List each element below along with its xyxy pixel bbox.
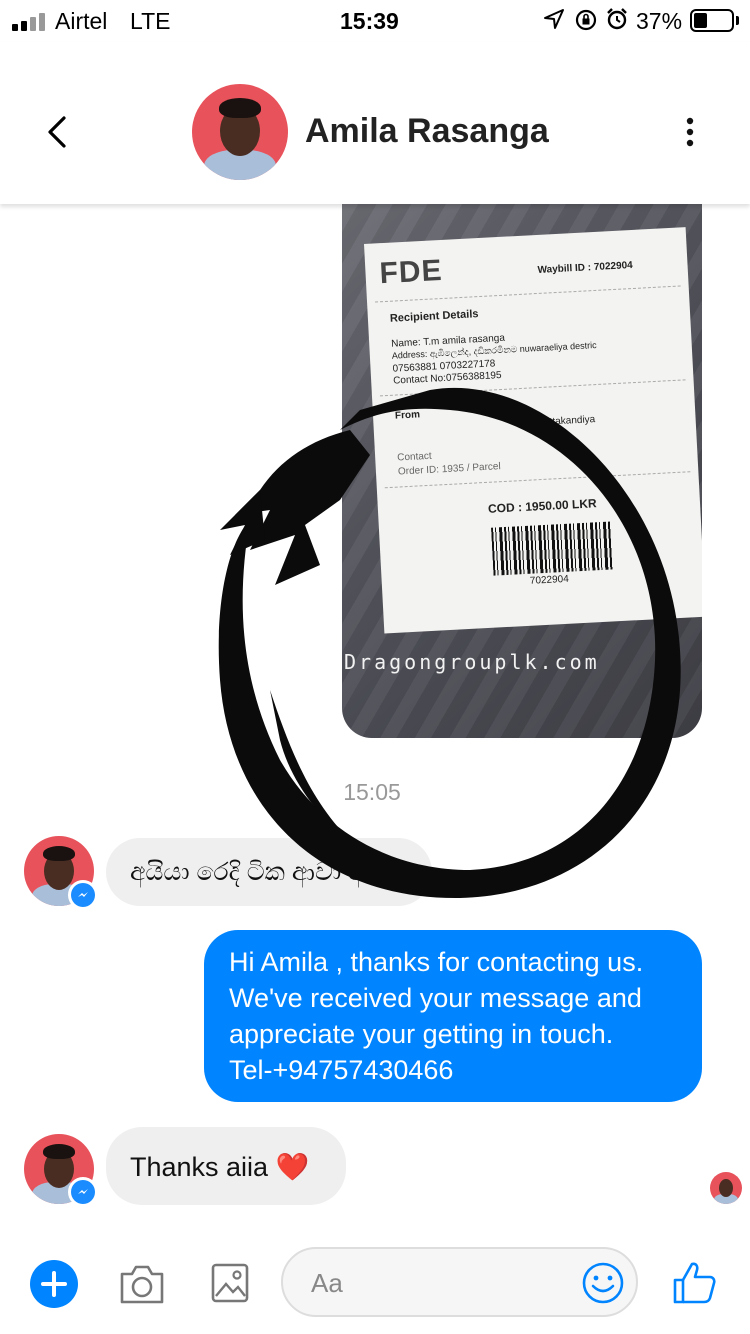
- messenger-badge-icon: [68, 880, 98, 910]
- back-button[interactable]: [38, 112, 78, 152]
- plus-button[interactable]: [30, 1260, 78, 1308]
- outgoing-message[interactable]: Hi Amila , thanks for contacting us. We'…: [204, 930, 702, 1102]
- status-bar: Airtel LTE 15:39 37%: [0, 0, 750, 42]
- image-icon: [211, 1263, 249, 1303]
- battery-percent: 37%: [636, 8, 683, 34]
- message-input[interactable]: Aa: [281, 1247, 638, 1317]
- message-line: appreciate your getting in touch.: [229, 1019, 614, 1049]
- battery-icon: [690, 9, 734, 32]
- chevron-left-icon: [48, 116, 66, 148]
- message-input-placeholder: Aa: [311, 1268, 343, 1298]
- location-icon: [543, 8, 565, 36]
- contact-avatar[interactable]: [192, 84, 288, 180]
- camera-icon: [120, 1265, 164, 1304]
- thumbs-up-icon: [673, 1262, 716, 1304]
- signal-icon: [12, 13, 46, 31]
- more-vertical-icon: [686, 117, 694, 147]
- incoming-message[interactable]: Thanks aiia ❤️: [106, 1127, 346, 1205]
- message-line: Tel-+94757430466: [229, 1055, 454, 1085]
- clock: 15:39: [340, 8, 399, 34]
- contact-name[interactable]: Amila Rasanga: [305, 112, 549, 151]
- rotation-lock-icon: [574, 8, 598, 38]
- messenger-badge-icon: [68, 1177, 98, 1207]
- more-options-button[interactable]: [676, 116, 704, 152]
- composer-bar: Aa: [0, 1230, 750, 1334]
- message-line: Hi Amila , thanks for contacting us.: [229, 947, 644, 977]
- smiley-icon: [582, 1262, 624, 1304]
- like-button[interactable]: [670, 1258, 718, 1306]
- gallery-button[interactable]: [210, 1262, 250, 1304]
- message-line: We've received your message and: [229, 983, 642, 1013]
- network-label: LTE: [130, 8, 171, 34]
- alarm-icon: [605, 7, 629, 37]
- waybill-id: Waybill ID : 7022904: [537, 259, 634, 276]
- seen-receipt-avatar: [710, 1172, 742, 1204]
- emoji-button[interactable]: [581, 1261, 625, 1305]
- chat-header: Amila Rasanga: [0, 42, 750, 204]
- camera-button[interactable]: [118, 1262, 166, 1306]
- dragon-watermark: [218, 387, 681, 899]
- carrier-label: Airtel: [55, 8, 108, 34]
- plus-icon: [41, 1271, 67, 1297]
- recipient-heading: Recipient Details: [389, 308, 479, 325]
- courier-logo: FDE: [378, 253, 444, 291]
